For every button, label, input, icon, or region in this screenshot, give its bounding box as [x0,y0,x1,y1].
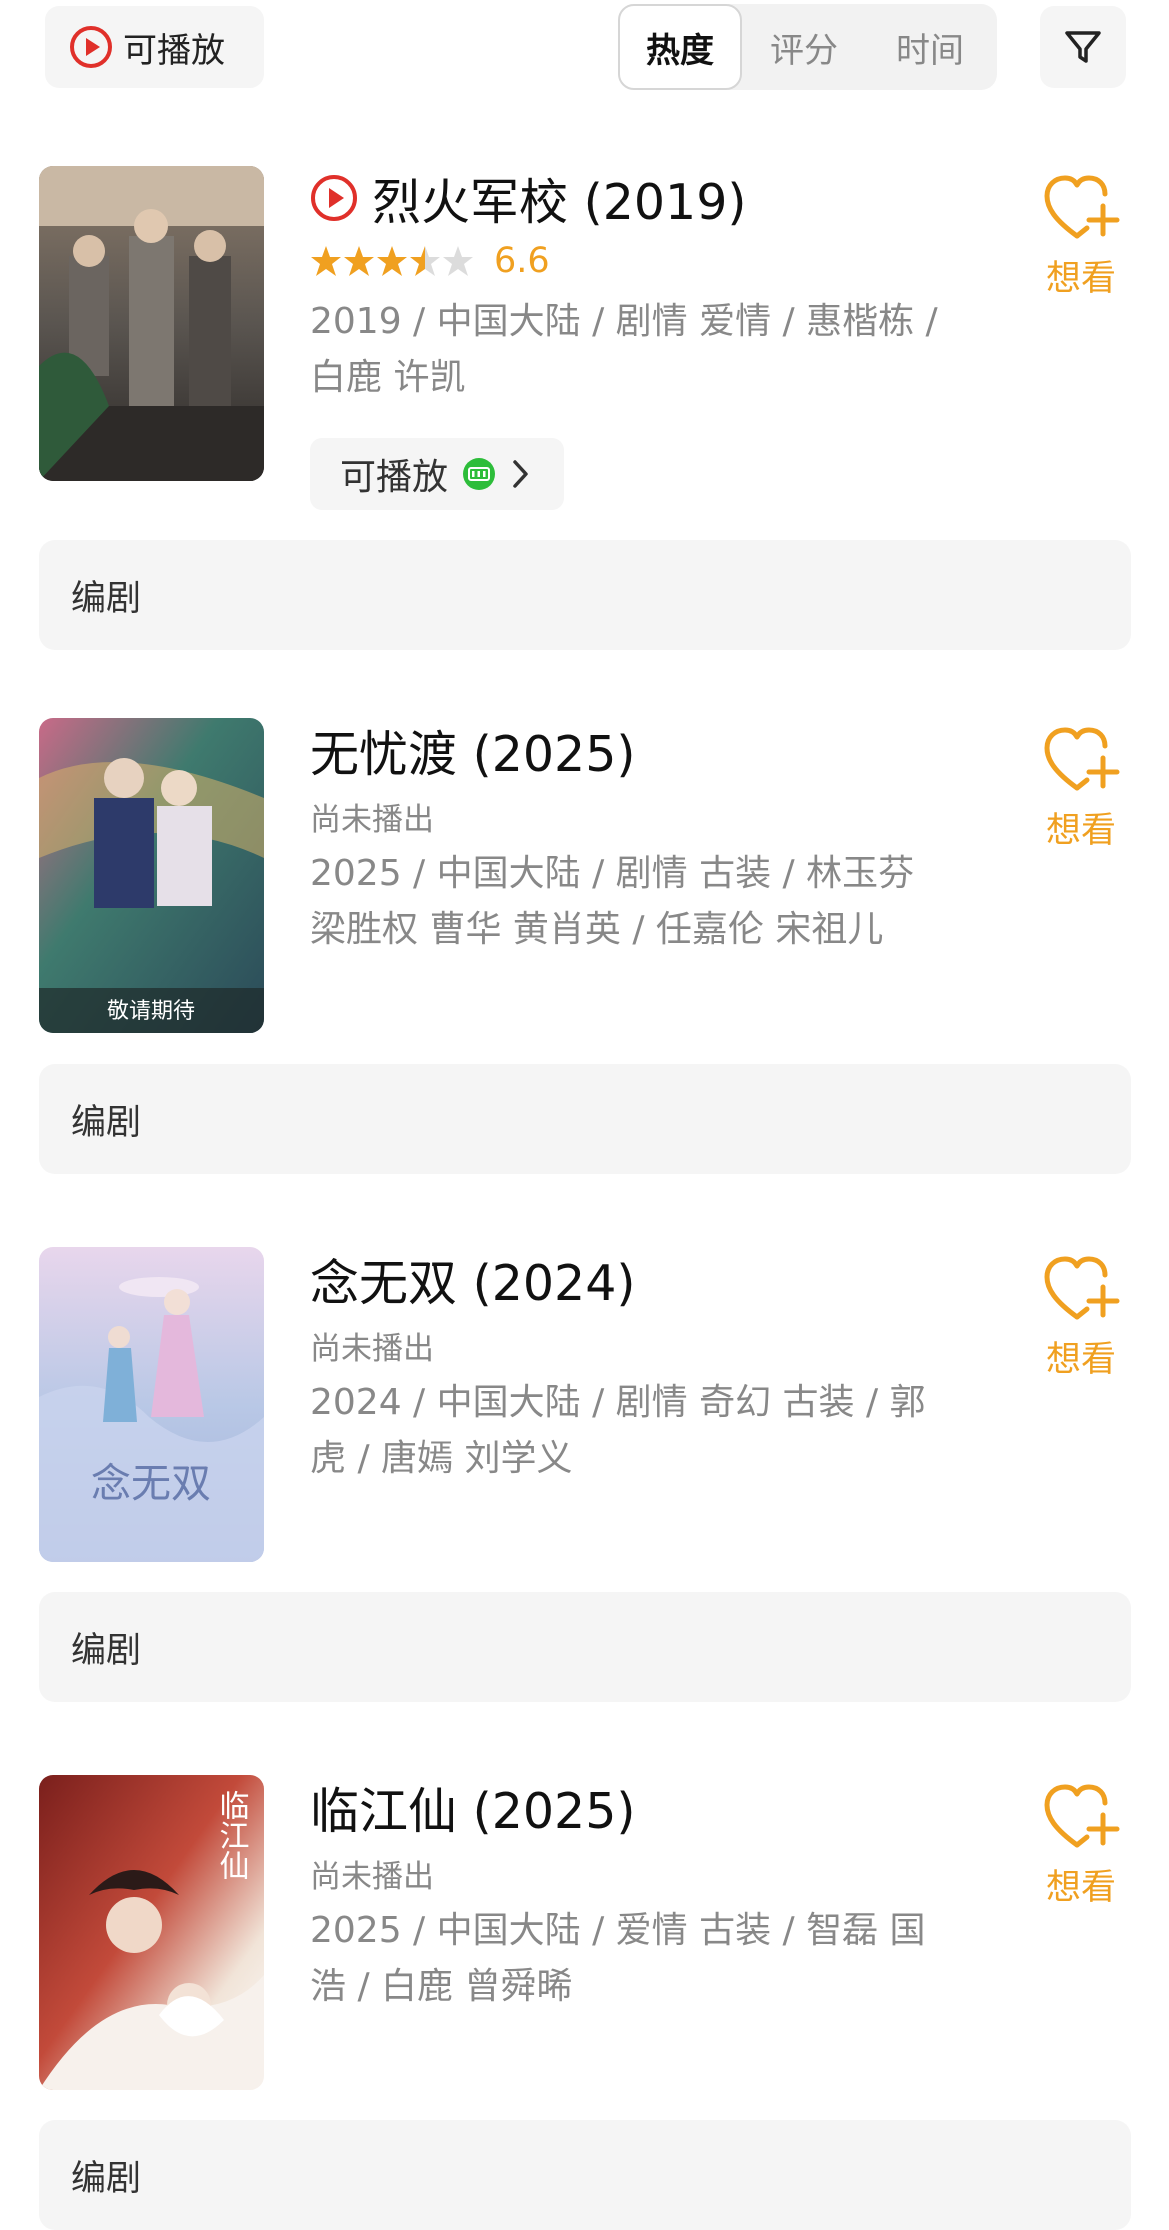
heart-plus-icon [1044,727,1120,791]
screenwriter-label: 编剧 [71,1630,142,1671]
title-row: 烈火军校 (2019) [310,166,747,231]
sort-tabs: 热度 评分 时间 [618,4,997,90]
filter-button[interactable] [1040,6,1126,88]
sort-tab-popularity[interactable]: 热度 [618,4,742,90]
play-source-button[interactable]: 可播放 [310,438,564,510]
screenwriter-label: 编剧 [71,2158,142,2199]
filter-funnel-icon [1065,31,1101,63]
poster-caption: 临江仙 [214,1790,250,1880]
want-to-watch-label: 想看 [1045,811,1116,851]
want-to-watch-button[interactable]: 想看 [1036,1781,1126,1921]
poster-image[interactable]: 念无双 [39,1247,264,1562]
poster-image[interactable]: 敬请期待 [39,718,264,1033]
heart-plus-icon [1044,1784,1120,1848]
want-to-watch-label: 想看 [1045,259,1116,299]
want-to-watch-button[interactable]: 想看 [1036,724,1126,864]
play-source-label: 可播放 [340,457,449,498]
rating-row: 6.6 [310,240,550,282]
poster-caption: 念无双 [91,1461,211,1507]
iqiyi-icon [463,458,496,490]
item-meta: 2025 / 中国大陆 / 爱情 古装 / 智磊 国浩 / 白鹿 曾舜晞 [310,1910,926,2007]
poster-image[interactable]: 临江仙 [39,1775,264,2090]
rating-value: 6.6 [494,241,550,281]
release-status: 尚未播出 [310,802,434,838]
screenwriter-section[interactable]: 编剧 [39,540,1131,650]
screenwriter-label: 编剧 [71,578,142,619]
sort-tab-time[interactable]: 时间 [868,4,992,90]
screenwriter-section[interactable]: 编剧 [39,2120,1131,2230]
item-meta: 2024 / 中国大陆 / 剧情 奇幻 古装 / 郭虎 / 唐嫣 刘学义 [310,1382,926,1479]
poster-caption: 敬请期待 [107,999,195,1024]
play-circle-icon [311,175,357,221]
item-meta: 2025 / 中国大陆 / 剧情 古装 / 林玉芬 梁胜权 曹华 黄肖英 / 任… [310,853,915,950]
play-circle-icon [70,26,112,68]
item-title[interactable]: 念无双 (2024) [310,1244,636,1315]
item-title[interactable]: 烈火军校 (2019) [372,163,747,234]
poster-image[interactable] [39,166,264,481]
screenwriter-label: 编剧 [71,1102,142,1143]
heart-plus-icon [1044,175,1120,239]
rating-stars-icon [311,246,473,276]
want-to-watch-label: 想看 [1045,1340,1116,1380]
sort-tab-rating[interactable]: 评分 [742,4,866,90]
filter-bar: 可播放 热度 评分 时间 [0,0,1169,100]
want-to-watch-button[interactable]: 想看 [1036,1253,1126,1393]
playable-filter-button[interactable]: 可播放 [45,6,264,88]
playable-filter-label: 可播放 [123,30,225,71]
item-title[interactable]: 临江仙 (2025) [310,1772,636,1843]
title-row: 无忧渡 (2025) [310,718,636,783]
item-title[interactable]: 无忧渡 (2025) [310,715,636,786]
title-row: 临江仙 (2025) [310,1775,636,1840]
item-meta: 2019 / 中国大陆 / 剧情 爱情 / 惠楷栋 / 白鹿 许凯 [310,301,938,398]
screenwriter-section[interactable]: 编剧 [39,1064,1131,1174]
release-status: 尚未播出 [310,1859,434,1895]
title-row: 念无双 (2024) [310,1247,636,1312]
heart-plus-icon [1044,1256,1120,1320]
chevron-right-icon [513,460,528,488]
want-to-watch-button[interactable]: 想看 [1036,172,1126,312]
release-status: 尚未播出 [310,1331,434,1367]
screenwriter-section[interactable]: 编剧 [39,1592,1131,1702]
want-to-watch-label: 想看 [1045,1868,1116,1908]
